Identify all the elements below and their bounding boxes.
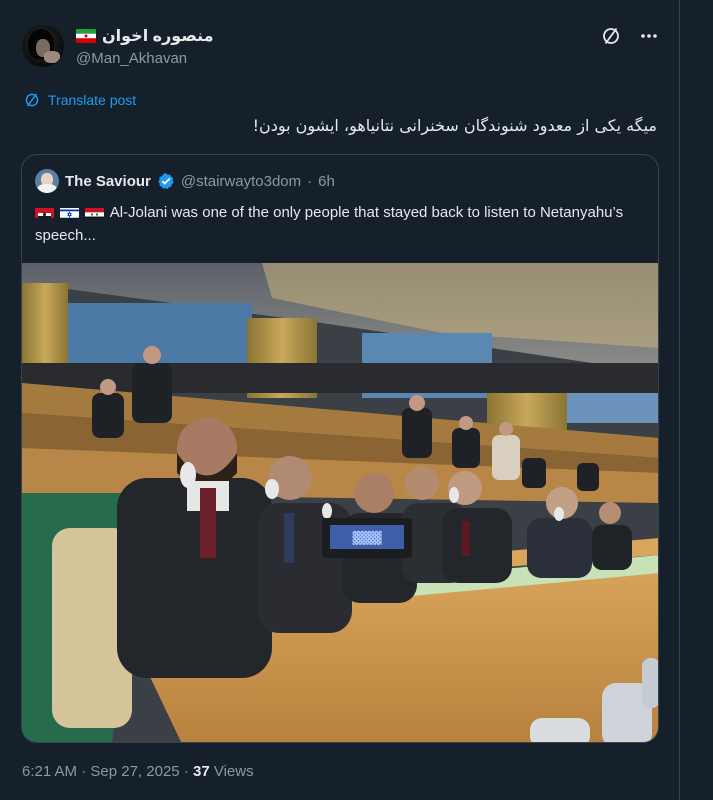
quoted-author-avatar[interactable] bbox=[35, 169, 59, 193]
views-count: 37 bbox=[192, 763, 210, 780]
quoted-author-handle[interactable]: @stairwayto3dom bbox=[181, 173, 301, 190]
author-display-name[interactable]: منصوره اخوان bbox=[102, 26, 214, 46]
views-label: Views bbox=[213, 763, 254, 780]
timeline-column: منصوره اخوان @Man_Akhavan Translate post bbox=[0, 0, 680, 800]
quoted-post-photo[interactable]: ▓▓▓▓ bbox=[22, 263, 658, 742]
translate-post-label[interactable]: Translate post bbox=[48, 92, 136, 108]
iran-flag-icon bbox=[76, 29, 96, 43]
more-options-icon[interactable] bbox=[639, 26, 659, 46]
post-text: میگه یکی از معدود شنوندگان سخنرانی نتانی… bbox=[252, 116, 657, 135]
israel-flag-icon bbox=[60, 205, 80, 218]
quoted-post-body: Al-Jolani was one of the only people tha… bbox=[35, 204, 624, 244]
desk-screen-text: ▓▓▓▓ bbox=[353, 530, 382, 545]
meta-dot-2: · bbox=[183, 763, 189, 780]
post-actions-top bbox=[601, 26, 659, 46]
grok-icon[interactable] bbox=[601, 26, 621, 46]
post-time[interactable]: 6:21 AM bbox=[22, 763, 77, 780]
meta-dot-1: · bbox=[81, 763, 87, 780]
author-avatar[interactable] bbox=[22, 25, 64, 67]
quoted-author-name[interactable]: The Saviour bbox=[65, 173, 151, 190]
quoted-separator: · bbox=[307, 172, 313, 190]
post-date[interactable]: Sep 27, 2025 bbox=[90, 763, 179, 780]
post-meta: 6:21 AM · Sep 27, 2025 · 37 Views bbox=[22, 763, 254, 780]
quoted-post-age[interactable]: 6h bbox=[318, 173, 335, 190]
quoted-post-text: Al-Jolani was one of the only people tha… bbox=[35, 201, 635, 247]
translate-icon bbox=[22, 90, 42, 110]
verified-badge-icon bbox=[157, 172, 175, 190]
quoted-post-header: The Saviour @stairwayto3dom · 6h bbox=[35, 169, 335, 193]
author-handle[interactable]: @Man_Akhavan bbox=[76, 50, 187, 67]
quoted-post[interactable]: The Saviour @stairwayto3dom · 6h Al-Jola… bbox=[21, 154, 659, 743]
jordan-flag-icon bbox=[35, 205, 54, 218]
syria-flag-icon bbox=[85, 205, 105, 218]
translate-post-link[interactable]: Translate post bbox=[22, 90, 136, 110]
author-name-row: منصوره اخوان bbox=[76, 26, 214, 46]
